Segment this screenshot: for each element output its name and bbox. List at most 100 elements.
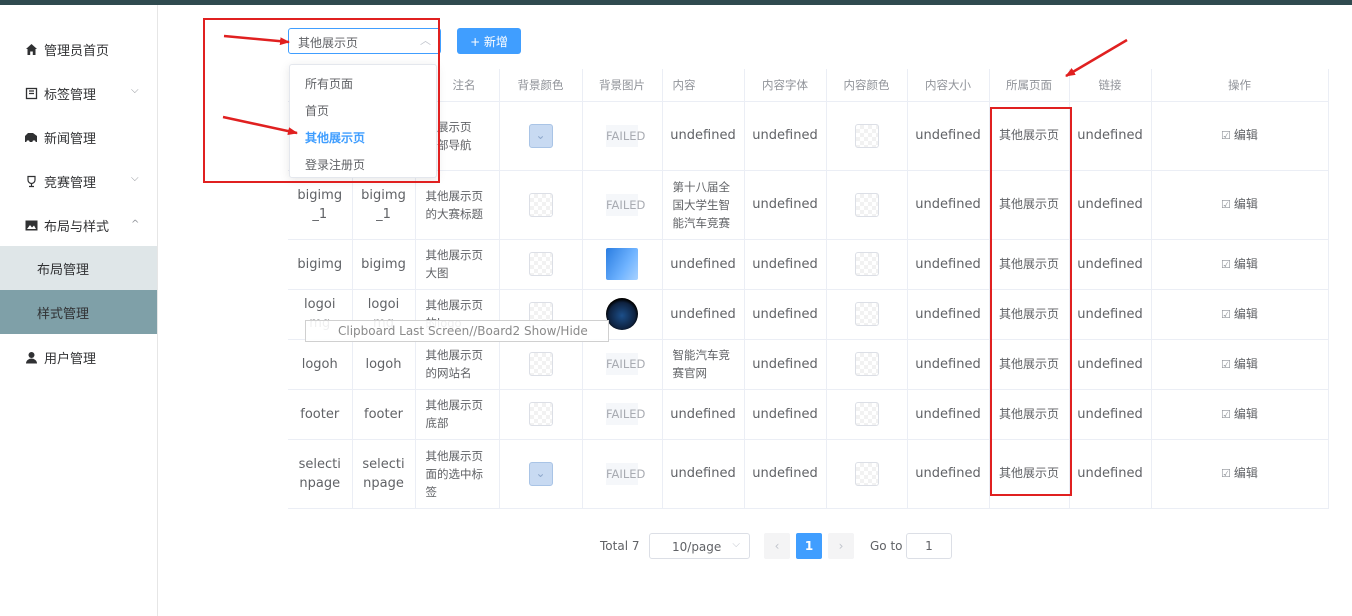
edit-icon: ☑: [1221, 307, 1231, 321]
chevron-right-icon: ›: [838, 539, 844, 553]
sidebar-item-competitions[interactable]: 竞赛管理 ⌵: [0, 159, 157, 203]
table-row: bigimg_1 bigimg_1 其他展示页的大赛标题 FAILED 第十八届…: [288, 170, 1329, 240]
cell-content: undefined: [662, 439, 745, 509]
page-size-select[interactable]: 10/page ⌵: [649, 533, 750, 559]
tooltip-text: Clipboard Last Screen//Board2 Show/Hide: [338, 324, 588, 338]
cell-link: undefined: [1069, 339, 1152, 390]
column-header: 内容大小: [907, 69, 990, 102]
edit-button[interactable]: ☑ 编辑: [1221, 466, 1258, 480]
cell-content: undefined: [662, 289, 745, 340]
page-number-button[interactable]: 1: [796, 533, 822, 559]
goto-label: Go to: [870, 539, 903, 553]
sidebar-item-layout-style[interactable]: 布局与样式 ^: [0, 203, 157, 247]
cell-bgcolor: [499, 170, 583, 240]
sidebar-item-label: 新闻管理: [44, 132, 97, 147]
color-swatch[interactable]: [854, 192, 879, 217]
color-swatch[interactable]: [854, 402, 879, 426]
image-icon: [24, 218, 38, 232]
cell-description: 其他展示页的网站名: [415, 339, 500, 390]
cell-font: undefined: [744, 289, 827, 340]
color-swatch[interactable]: [528, 461, 553, 486]
color-swatch[interactable]: [528, 252, 553, 276]
next-page-button[interactable]: ›: [828, 533, 854, 559]
color-swatch[interactable]: [528, 123, 553, 148]
cell-actions: ☑ 编辑: [1151, 389, 1329, 440]
column-header: 链接: [1069, 69, 1152, 102]
sidebar-subitem-layout[interactable]: 布局管理: [0, 246, 157, 290]
edit-label: 编辑: [1233, 197, 1258, 211]
edit-button[interactable]: ☑ 编辑: [1221, 407, 1258, 421]
cell-actions: ☑ 编辑: [1151, 439, 1329, 509]
sidebar-item-label: 标签管理: [44, 88, 97, 103]
table-header-row: 注名 背景颜色 背景图片 内容 内容字体 内容颜色 内容大小 所属页面 链接 操…: [288, 69, 1329, 102]
sidebar-subitem-label: 样式管理: [37, 307, 90, 322]
edit-button[interactable]: ☑ 编辑: [1221, 357, 1258, 371]
column-header: 所属页面: [989, 69, 1070, 102]
edit-label: 编辑: [1233, 406, 1258, 421]
goto-page-input[interactable]: 1: [906, 533, 952, 559]
cell-link: undefined: [1069, 101, 1152, 171]
annotation-box-dropdown: [203, 18, 440, 183]
image-failed: FAILED: [606, 124, 645, 147]
cell-key: footer: [352, 389, 416, 440]
cell-link: undefined: [1069, 170, 1152, 240]
cell-key: bigimg: [288, 239, 353, 290]
style-table: 注名 背景颜色 背景图片 内容 内容字体 内容颜色 内容大小 所属页面 链接 操…: [288, 69, 1329, 509]
edit-button[interactable]: ☑ 编辑: [1221, 197, 1258, 211]
cell-color: [826, 289, 908, 340]
edit-button[interactable]: ☑ 编辑: [1221, 257, 1258, 271]
logo-image-thumbnail[interactable]: [606, 298, 638, 330]
chevron-up-icon: ^: [131, 219, 140, 230]
color-swatch[interactable]: [854, 352, 879, 376]
column-header: 内容颜色: [826, 69, 908, 102]
user-icon: [24, 350, 38, 364]
cell-bgcolor: [499, 339, 583, 390]
image-failed: FAILED: [606, 193, 645, 216]
cell-actions: ☑ 编辑: [1151, 339, 1329, 390]
cell-key: selectinpage: [288, 439, 353, 509]
edit-button[interactable]: ☑ 编辑: [1221, 307, 1258, 321]
cell-key: logoh: [288, 339, 353, 390]
cell-content: 第十八届全国大学生智能汽车竞赛: [662, 170, 745, 240]
add-button[interactable]: + 新增: [457, 28, 521, 54]
color-swatch[interactable]: [528, 352, 553, 376]
cell-bgimage: FAILED: [582, 101, 663, 171]
edit-label: 编辑: [1233, 128, 1258, 142]
color-swatch[interactable]: [854, 123, 879, 148]
cell-font: undefined: [744, 101, 827, 171]
cell-size: undefined: [907, 389, 990, 440]
cell-bgcolor: [499, 439, 583, 509]
cell-font: undefined: [744, 339, 827, 390]
sidebar-subitem-style[interactable]: 样式管理: [0, 290, 157, 334]
sidebar-item-admin-home[interactable]: 管理员首页: [0, 27, 157, 71]
cell-color: [826, 239, 908, 290]
cell-size: undefined: [907, 170, 990, 240]
cell-bgimage: [582, 239, 663, 290]
prev-page-button[interactable]: ‹: [764, 533, 790, 559]
color-swatch[interactable]: [854, 252, 879, 276]
cell-font: undefined: [744, 439, 827, 509]
sidebar-item-label: 竞赛管理: [44, 176, 97, 191]
cell-actions: ☑ 编辑: [1151, 170, 1329, 240]
sidebar-item-news[interactable]: 新闻管理: [0, 115, 157, 159]
cell-actions: ☑ 编辑: [1151, 239, 1329, 290]
color-swatch[interactable]: [528, 192, 553, 217]
edit-icon: ☑: [1221, 357, 1231, 371]
background-image-thumbnail[interactable]: [606, 248, 638, 280]
cell-bgcolor: [499, 101, 583, 171]
chevron-down-icon: ⌵: [732, 539, 740, 550]
cell-actions: ☑ 编辑: [1151, 101, 1329, 171]
color-swatch[interactable]: [528, 402, 553, 426]
chevron-down-icon: ⌵: [131, 173, 139, 184]
cell-link: undefined: [1069, 439, 1152, 509]
cell-size: undefined: [907, 101, 990, 171]
color-swatch[interactable]: [854, 461, 879, 486]
cell-key: selectinpage: [352, 439, 416, 509]
cell-content: undefined: [662, 239, 745, 290]
sidebar-item-tags[interactable]: 标签管理 ⌵: [0, 71, 157, 115]
sidebar-item-users[interactable]: 用户管理: [0, 335, 157, 379]
sidebar-item-label: 用户管理: [44, 352, 97, 367]
chevron-left-icon: ‹: [774, 539, 780, 553]
edit-button[interactable]: ☑ 编辑: [1221, 128, 1258, 142]
color-swatch[interactable]: [854, 302, 879, 326]
